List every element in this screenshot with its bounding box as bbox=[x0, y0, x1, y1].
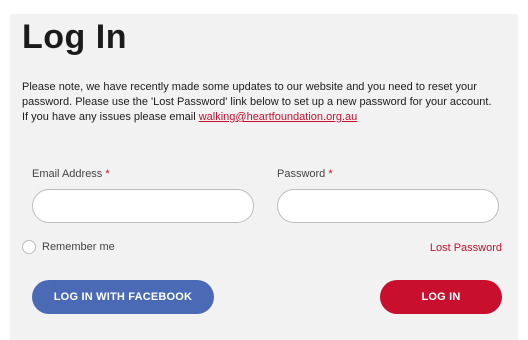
email-label-text: Email Address bbox=[32, 168, 103, 180]
password-input[interactable] bbox=[277, 189, 499, 223]
remember-me-label: Remember me bbox=[42, 241, 115, 253]
login-button[interactable]: LOG IN bbox=[380, 280, 502, 314]
remember-me-checkbox[interactable] bbox=[22, 240, 36, 254]
support-email-link[interactable]: walking@heartfoundation.org.au bbox=[199, 111, 358, 123]
password-label-text: Password bbox=[277, 168, 326, 180]
remember-me[interactable]: Remember me bbox=[22, 240, 115, 254]
email-required-marker: * bbox=[105, 168, 110, 180]
password-label: Password * bbox=[277, 168, 333, 180]
password-reset-notice: Please note, we have recently made some … bbox=[22, 80, 492, 125]
email-label: Email Address * bbox=[32, 168, 110, 180]
password-required-marker: * bbox=[328, 168, 333, 180]
page-title: Log In bbox=[22, 18, 127, 56]
email-input[interactable] bbox=[32, 189, 254, 223]
facebook-login-button[interactable]: LOG IN WITH FACEBOOK bbox=[32, 280, 214, 314]
lost-password-link[interactable]: Lost Password bbox=[430, 242, 502, 254]
